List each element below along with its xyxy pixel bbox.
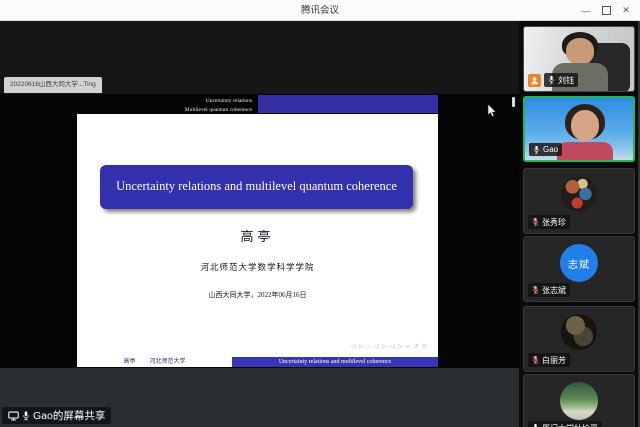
- person-icon: [531, 77, 538, 85]
- maximize-button[interactable]: [596, 0, 616, 21]
- screen-share-status-badge: Gao的屏幕共享: [2, 407, 112, 424]
- participant-tile[interactable]: 刘钰: [523, 26, 635, 92]
- mic-on-icon: [534, 423, 537, 427]
- participant-name-label: 张志斌: [528, 283, 570, 297]
- participant-name-label: 厦门大学杜拴平: [528, 421, 602, 427]
- participant-name-label: 刘钰: [544, 73, 578, 87]
- participant-name-label: 白丽芳: [528, 353, 570, 367]
- participant-tile[interactable]: 白丽芳: [523, 306, 635, 372]
- mic-icon: [23, 410, 29, 420]
- pdf-scrollbar[interactable]: [512, 97, 515, 107]
- slide-footer: 高亭 河北师范大学 Uncertainty relations and mult…: [77, 357, 438, 367]
- window-title: 腾讯会议: [300, 5, 339, 16]
- video-person-face: [566, 38, 594, 65]
- mic-on-icon: [534, 145, 539, 154]
- pdf-document-tab[interactable]: 20220616山西大同大学...Ting: [4, 77, 102, 93]
- maximize-icon: [601, 6, 611, 15]
- participant-tile[interactable]: 厦门大学杜拴平: [523, 374, 635, 427]
- screen-share-panel: 20220616山西大同大学...Ting Uncertainty relati…: [0, 21, 519, 427]
- participant-tile[interactable]: 志斌 张志斌: [523, 236, 635, 302]
- mic-muted-icon: [532, 217, 539, 226]
- slide-footer-left: 高亭 河北师范大学: [77, 357, 232, 367]
- host-badge: [528, 74, 541, 87]
- minimize-button[interactable]: —: [576, 0, 596, 21]
- participant-avatar: [560, 382, 598, 420]
- slide-header-line1: Uncertainty relations: [205, 98, 252, 104]
- participant-avatar: [561, 176, 597, 212]
- presentation-slide: Uncertainty relations and multilevel qua…: [77, 114, 438, 357]
- slide-author: 高亭: [240, 229, 275, 244]
- participant-name: 厦门大学杜拴平: [542, 423, 598, 427]
- mic-muted-icon: [532, 355, 539, 364]
- close-button[interactable]: ✕: [616, 0, 636, 21]
- screen-share-label: Gao的屏幕共享: [33, 410, 106, 422]
- participant-avatar: [561, 314, 597, 350]
- participant-tile[interactable]: 张秀珍: [523, 168, 635, 234]
- video-person-face: [571, 110, 599, 141]
- participant-avatar-initials: 志斌: [560, 244, 598, 282]
- slide-footer-author: 高亭: [123, 359, 136, 365]
- participant-tile-active-speaker[interactable]: Gao: [523, 96, 635, 162]
- participant-name: Gao: [543, 145, 559, 154]
- beamer-navigation-icons: ◁ ▷ ⌂ ◁ ▷ ◁ ▷ ≡ ↺ ⊙: [350, 344, 428, 350]
- slide-venue-date: 山西大同大学，2022年06月16日: [208, 291, 307, 299]
- mouse-cursor-icon: [487, 104, 497, 117]
- meeting-window: 腾讯会议 — ✕ 20220616山西大同大学...Ting Uncertain…: [0, 0, 640, 427]
- mic-muted-icon: [532, 285, 539, 294]
- mic-on-icon: [549, 75, 554, 84]
- slide-header-line2: Multilevel quantum coherence: [184, 106, 252, 113]
- participants-sidebar: 刘钰 Gao 张秀珍 志斌 张志斌 白丽芳: [519, 21, 640, 427]
- window-titlebar: 腾讯会议 — ✕: [0, 0, 640, 21]
- shared-app-chrome: 20220616山西大同大学...Ting: [0, 21, 519, 94]
- slide-affiliation: 河北师范大学数学科学学院: [200, 262, 315, 272]
- participant-name: 白丽芳: [542, 355, 566, 365]
- participant-name-label: Gao: [529, 143, 563, 156]
- window-controls: — ✕: [576, 0, 636, 21]
- slide-footer-title: Uncertainty relations and multilevel coh…: [232, 357, 438, 367]
- slide-header-outline: Uncertainty relations Multilevel quantum…: [185, 97, 252, 114]
- video-person-shirt: [557, 142, 613, 160]
- slide-title-box: Uncertainty relations and multilevel qua…: [100, 165, 413, 209]
- monitor-icon: [8, 411, 19, 420]
- participant-name: 张志斌: [542, 285, 566, 295]
- participant-name-label: 张秀珍: [528, 215, 570, 229]
- participant-name: 张秀珍: [542, 217, 566, 227]
- slide-header-blue-bar: [258, 95, 438, 113]
- shared-pdf-viewport: Uncertainty relations Multilevel quantum…: [0, 94, 519, 368]
- participant-name: 刘钰: [558, 75, 574, 85]
- slide-footer-affiliation: 河北师范大学: [149, 359, 186, 365]
